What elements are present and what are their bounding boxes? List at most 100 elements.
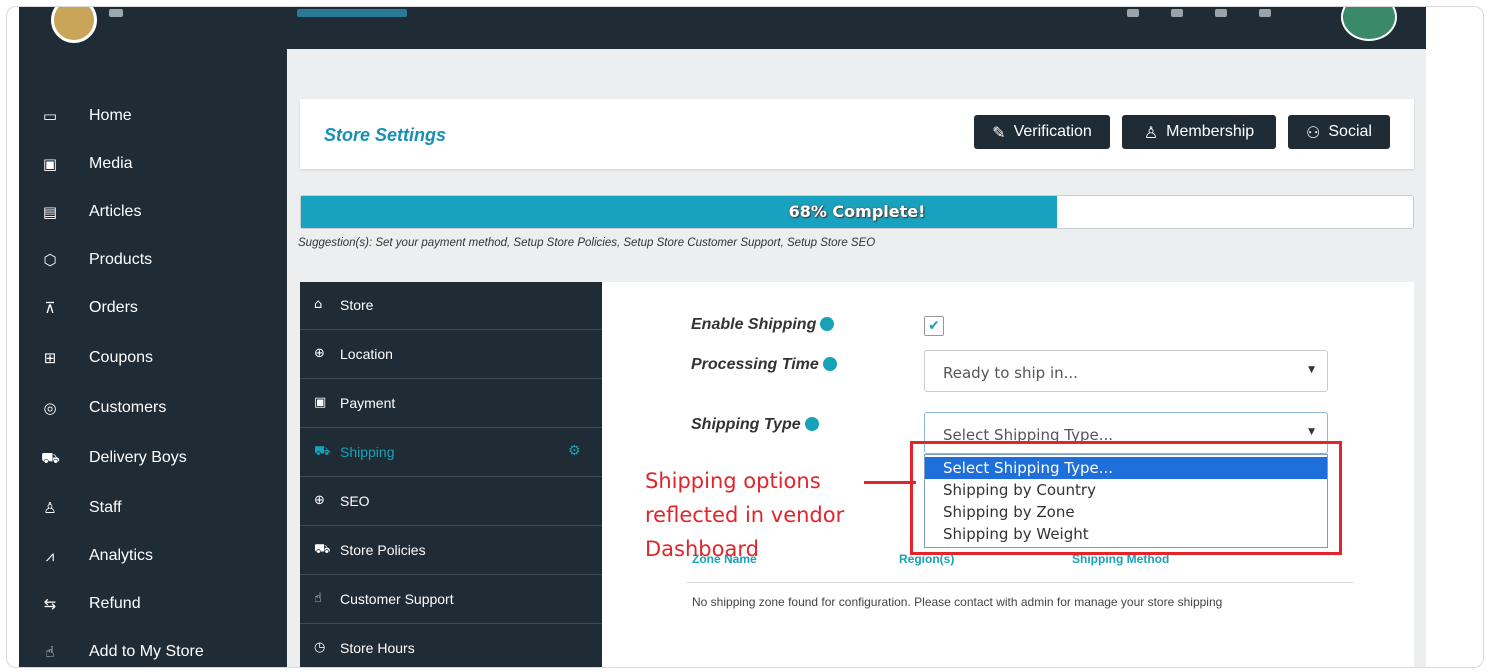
info-icon[interactable] (804, 417, 819, 431)
brand-name (109, 9, 123, 17)
document-icon: ▤ (42, 203, 58, 221)
chart-icon: ⩘ (45, 547, 55, 565)
globe-icon: ⊕ (314, 346, 325, 361)
sidebar-item-label: Refund (89, 595, 141, 612)
sidebar-item-label: Products (89, 251, 153, 268)
sidebar-item-articles[interactable]: ▤ Articles (19, 193, 287, 233)
breadcrumb[interactable] (297, 9, 407, 17)
sidebar-item-orders[interactable]: ⊼ Orders (19, 289, 287, 329)
globe-icon: ⊕ (314, 493, 325, 508)
processing-time-label: Processing Time (691, 356, 837, 374)
social-button[interactable]: ⚇ Social (1288, 115, 1390, 149)
sidebar-item-products[interactable]: ⬡ Products (19, 241, 287, 281)
tab-shipping[interactable]: ⛟ Shipping ⚙ (300, 429, 602, 477)
user-plus-icon: ♙ (1143, 122, 1159, 142)
sidebar-item-add-to-my-store[interactable]: ☝ Add to My Store (19, 633, 287, 667)
sidebar-item-label: Analytics (89, 547, 154, 564)
sidebar-item-label: Customers (89, 399, 167, 416)
refund-icon: ⇆ (43, 595, 57, 613)
progress-label: 68% Complete! (788, 202, 926, 221)
tab-label: Store Hours (340, 640, 415, 656)
shipping-type-label: Shipping Type (691, 416, 819, 434)
tab-label: Store (340, 297, 374, 313)
info-icon[interactable] (822, 357, 837, 371)
sidebar-item-label: Delivery Boys (89, 449, 187, 466)
main-content: Store Settings ✎ Verification ♙ Membersh… (287, 49, 1426, 667)
info-icon[interactable] (820, 317, 835, 331)
chevron-down-icon: ▼ (1308, 427, 1315, 437)
tab-label: Store Policies (340, 542, 426, 558)
chevron-down-icon: ▼ (1308, 365, 1315, 375)
tab-store-policies[interactable]: ⛟ Store Policies (300, 527, 602, 575)
store-logo[interactable] (51, 7, 97, 43)
headset-icon[interactable] (1215, 9, 1227, 17)
tab-store[interactable]: ⌂ Store (300, 282, 602, 330)
sidebar-item-label: Staff (89, 499, 122, 516)
sidebar-item-label: Articles (89, 203, 142, 220)
gift-icon: ⊞ (43, 349, 57, 367)
truck-icon: ⛟ (41, 449, 60, 467)
settings-tabs: ⌂ Store ⊕ Location ▣ Payment ⛟ Shipping ⚙ ⊕ SEO ⛟ St… (300, 282, 602, 667)
sidebar-item-label: Orders (89, 299, 138, 316)
home-icon: ▭ (42, 107, 58, 125)
clock-icon: ◷ (314, 640, 326, 655)
annotation-highlight-box (910, 441, 1342, 555)
empty-zones-message: No shipping zone found for configuration… (692, 595, 1223, 609)
enable-shipping-label: Enable Shipping (691, 316, 835, 334)
thumbs-up-icon: ☝ (314, 591, 322, 606)
suggestion-text: Suggestion(s): Set your payment method, … (298, 237, 876, 249)
message-icon[interactable] (1259, 9, 1271, 17)
membership-button[interactable]: ♙ Membership (1122, 115, 1276, 149)
annotation-text: Shipping options reflected in vendor Das… (645, 469, 845, 561)
sidebar-item-label: Add to My Store (89, 643, 204, 660)
sidebar-item-media[interactable]: ▣ Media (19, 145, 287, 185)
sidebar-item-label: Home (89, 107, 132, 124)
sidebar-item-customers[interactable]: ◎ Customers (19, 389, 287, 429)
tab-location[interactable]: ⊕ Location (300, 331, 602, 379)
truck-icon: ⛟ (314, 542, 331, 557)
cart-icon: ⊼ (44, 299, 56, 317)
tab-label: Location (340, 346, 393, 362)
tab-customer-support[interactable]: ☝ Customer Support (300, 576, 602, 624)
processing-time-select[interactable]: Ready to ship in... ▼ (924, 350, 1328, 392)
page-title: Store Settings (324, 125, 447, 145)
top-navbar (19, 7, 1426, 49)
shipping-settings-panel: Enable Shipping ✔ Processing Time Ready … (602, 282, 1414, 667)
store-settings-header: Store Settings ✎ Verification ♙ Membersh… (300, 99, 1414, 169)
sidebar-item-staff[interactable]: ♙ Staff (19, 489, 287, 529)
user-icon: ♙ (43, 499, 57, 517)
user-avatar[interactable] (1341, 7, 1397, 41)
user-circle-icon: ◎ (43, 399, 57, 417)
search-icon[interactable] (1127, 9, 1139, 17)
sidebar-item-refund[interactable]: ⇆ Refund (19, 585, 287, 625)
cube-icon: ⬡ (43, 251, 57, 269)
tab-label: Shipping (340, 444, 395, 460)
sidebar-item-label: Coupons (89, 349, 154, 366)
screenshot-frame: ▭ Home ▣ Media ▤ Articles ⬡ Products ⊼ Orders ⊞ Cou… (6, 6, 1484, 668)
sidebar-item-coupons[interactable]: ⊞ Coupons (19, 339, 287, 379)
tab-label: Customer Support (340, 591, 454, 607)
enable-shipping-checkbox[interactable]: ✔ (924, 316, 944, 336)
tab-seo[interactable]: ⊕ SEO (300, 478, 602, 526)
users-icon: ⚇ (1306, 122, 1321, 142)
tab-label: SEO (340, 493, 370, 509)
tab-payment[interactable]: ▣ Payment (300, 380, 602, 428)
sidebar-item-label: Media (89, 155, 133, 172)
divider (686, 582, 1354, 583)
sidebar-item-delivery-boys[interactable]: ⛟ Delivery Boys (19, 439, 287, 479)
bell-icon[interactable] (1171, 9, 1183, 17)
profile-progress-bar: 68% Complete! (300, 195, 1414, 229)
processing-time-value: Ready to ship in... (943, 364, 1078, 382)
medal-icon: ✎ (992, 122, 1006, 142)
tab-store-hours[interactable]: ◷ Store Hours (300, 625, 602, 667)
sidebar-item-home[interactable]: ▭ Home (19, 97, 287, 137)
gear-icon: ⚙ (568, 443, 581, 459)
money-icon: ▣ (314, 395, 327, 410)
verification-label: Verification (1013, 123, 1092, 140)
sidebar-item-analytics[interactable]: ⩘ Analytics (19, 537, 287, 577)
sidebar: ▭ Home ▣ Media ▤ Articles ⬡ Products ⊼ Orders ⊞ Cou… (19, 49, 287, 667)
tab-label: Payment (340, 395, 396, 411)
verification-button[interactable]: ✎ Verification (974, 115, 1110, 149)
membership-label: Membership (1166, 123, 1255, 140)
hand-pointer-icon: ☝ (45, 643, 55, 661)
